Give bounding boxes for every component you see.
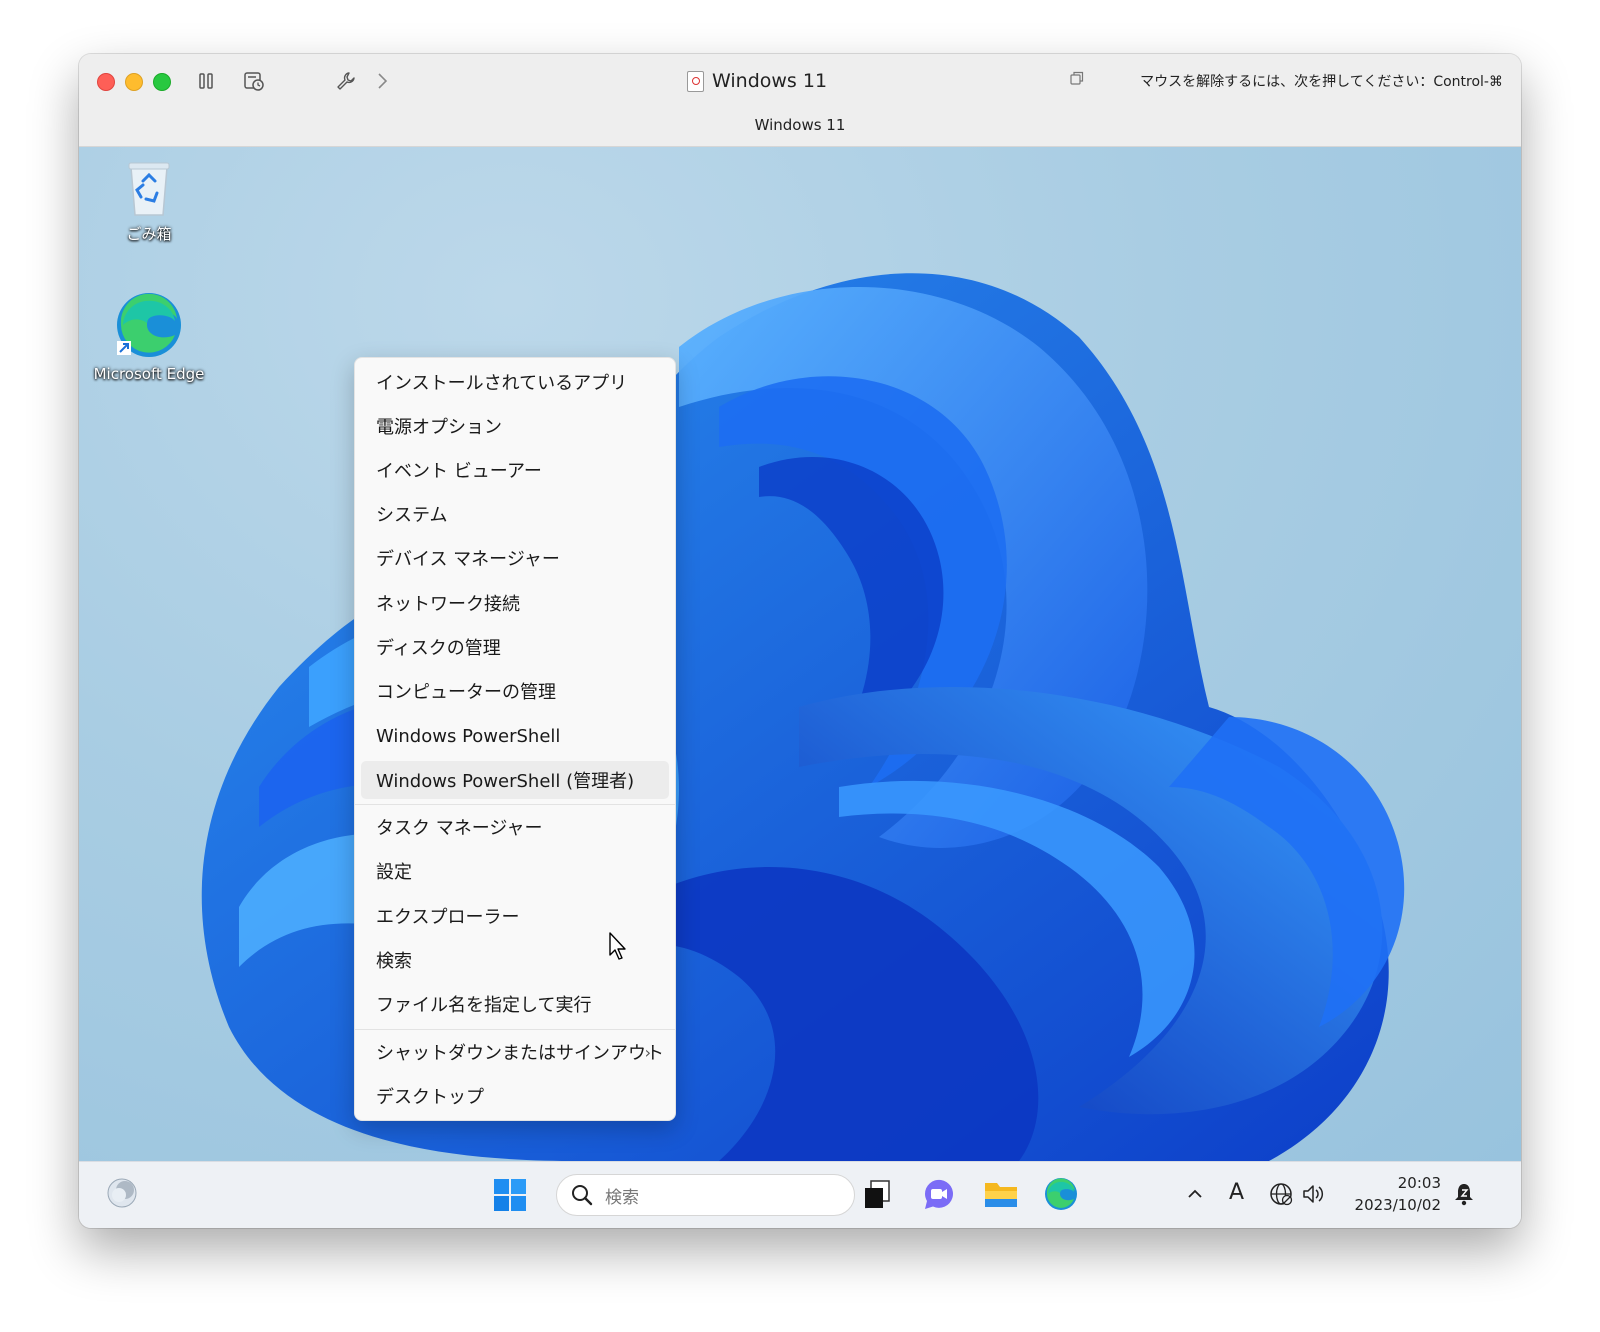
pause-icon: [199, 73, 213, 89]
menu-item-disk-management[interactable]: ディスクの管理: [361, 628, 669, 666]
clock-date[interactable]: 2023/10/02: [1349, 1196, 1441, 1214]
menu-item-event-viewer[interactable]: イベント ビューアー: [361, 451, 669, 489]
wallpaper-bloom: [201, 273, 1405, 1161]
edge-icon[interactable]: [1043, 1176, 1079, 1212]
menu-separator: [355, 1029, 675, 1030]
menu-item-computer-management[interactable]: コンピューターの管理: [361, 672, 669, 710]
menu-separator: [355, 804, 675, 805]
menu-item-shutdown-label: シャットダウンまたはサインアウト: [376, 1043, 664, 1064]
wrench-icon: [337, 72, 355, 90]
close-button[interactable]: [97, 73, 115, 91]
network-globe-icon[interactable]: [1269, 1182, 1293, 1206]
task-view-icon[interactable]: [861, 1178, 893, 1212]
recycle-bin-label: ごみ箱: [126, 225, 172, 243]
ime-indicator[interactable]: A: [1229, 1180, 1244, 1205]
edge-label: Microsoft Edge: [93, 365, 205, 383]
chevron-right-icon: ›: [644, 1043, 651, 1062]
notification-bell-icon[interactable]: [1453, 1182, 1475, 1206]
search-icon: [572, 1185, 593, 1206]
menu-item-desktop[interactable]: デスクトップ: [361, 1077, 669, 1115]
menu-item-installed-apps[interactable]: インストールされているアプリ: [361, 363, 669, 401]
desktop-icon-edge[interactable]: Microsoft Edge: [89, 289, 209, 383]
title-bar: Windows 11 マウスを解除するには、次を押してください：Control-…: [79, 54, 1521, 147]
copy-icon[interactable]: [1070, 71, 1084, 85]
window-subtitle: Windows 11: [754, 116, 846, 134]
volume-icon[interactable]: [1301, 1182, 1327, 1206]
menu-item-power-options[interactable]: 電源オプション: [361, 407, 669, 445]
desktop[interactable]: ごみ箱 Microsoft Edge インストールされているアプリ 電源オプショ…: [79, 147, 1521, 1161]
forward-button[interactable]: [367, 66, 397, 96]
file-explorer-icon[interactable]: [983, 1177, 1019, 1211]
taskbar: 検索 A 20:03 2023/10/02: [79, 1161, 1521, 1228]
window-title: Windows 11: [687, 68, 827, 94]
settings-button[interactable]: [331, 66, 361, 96]
menu-item-network-connections[interactable]: ネットワーク接続: [361, 584, 669, 622]
vm-window: Windows 11 マウスを解除するには、次を押してください：Control-…: [79, 54, 1521, 1228]
menu-item-powershell[interactable]: Windows PowerShell: [361, 717, 669, 755]
menu-item-explorer[interactable]: エクスプローラー: [361, 897, 669, 935]
snapshot-icon: [244, 72, 264, 91]
clock-time[interactable]: 20:03: [1393, 1174, 1441, 1192]
snapshot-button[interactable]: [239, 66, 269, 96]
menu-item-system[interactable]: システム: [361, 495, 669, 533]
menu-item-device-manager[interactable]: デバイス マネージャー: [361, 539, 669, 577]
taskbar-search-box[interactable]: 検索: [556, 1174, 855, 1216]
menu-item-powershell-admin[interactable]: Windows PowerShell (管理者): [361, 761, 669, 799]
menu-item-task-manager[interactable]: タスク マネージャー: [361, 808, 669, 846]
vm-document-icon: [687, 70, 704, 92]
desktop-icon-recycle-bin[interactable]: ごみ箱: [89, 159, 209, 244]
minimize-button[interactable]: [125, 73, 143, 91]
edge-icon: [117, 293, 181, 357]
menu-item-run[interactable]: ファイル名を指定して実行: [361, 985, 669, 1023]
maximize-button[interactable]: [153, 73, 171, 91]
pause-button[interactable]: [191, 66, 221, 96]
menu-item-shutdown-signout[interactable]: シャットダウンまたはサインアウト ›: [361, 1033, 669, 1071]
search-placeholder: 検索: [605, 1187, 639, 1208]
recycle-bin-icon: [128, 162, 170, 216]
window-title-text: Windows 11: [712, 70, 828, 92]
mouse-cursor-icon: [609, 932, 626, 960]
chevron-right-icon: [378, 73, 388, 89]
menu-item-settings[interactable]: 設定: [361, 852, 669, 890]
chevron-up-icon[interactable]: [1186, 1186, 1204, 1202]
chat-icon[interactable]: [921, 1176, 957, 1212]
mouse-release-hint: マウスを解除するには、次を押してください：Control-⌘: [1140, 74, 1503, 90]
start-icon[interactable]: [493, 1178, 527, 1212]
winx-context-menu: インストールされているアプリ 電源オプション イベント ビューアー システム デ…: [354, 357, 676, 1121]
widgets-weather-icon[interactable]: [105, 1176, 139, 1210]
